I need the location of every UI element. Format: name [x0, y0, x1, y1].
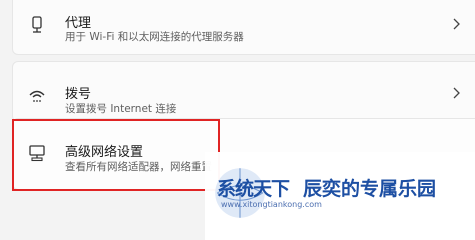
dialup-description: 设置拨号 Internet 连接: [65, 103, 177, 115]
highlight-box: [12, 119, 220, 191]
chevron-right-icon: [453, 87, 460, 99]
proxy-card[interactable]: 代理 用于 Wi-Fi 和以太网连接的代理服务器: [12, 0, 475, 55]
proxy-icon: [32, 16, 42, 33]
chevron-right-icon: [453, 18, 460, 30]
dialup-card[interactable]: 拨号 设置拨号 Internet 连接: [12, 61, 475, 122]
dialup-title: 拨号: [65, 87, 92, 102]
watermark: 系统天下 辰奕的专属乐园 www.xitongtiankong.com: [205, 152, 475, 240]
proxy-description: 用于 Wi-Fi 和以太网连接的代理服务器: [65, 31, 244, 43]
watermark-logo-text: 系统天下: [217, 178, 290, 200]
watermark-slogan: 辰奕的专属乐园: [303, 178, 437, 200]
dialup-icon: [29, 90, 45, 102]
watermark-url: www.xitongtiankong.com: [221, 200, 322, 209]
